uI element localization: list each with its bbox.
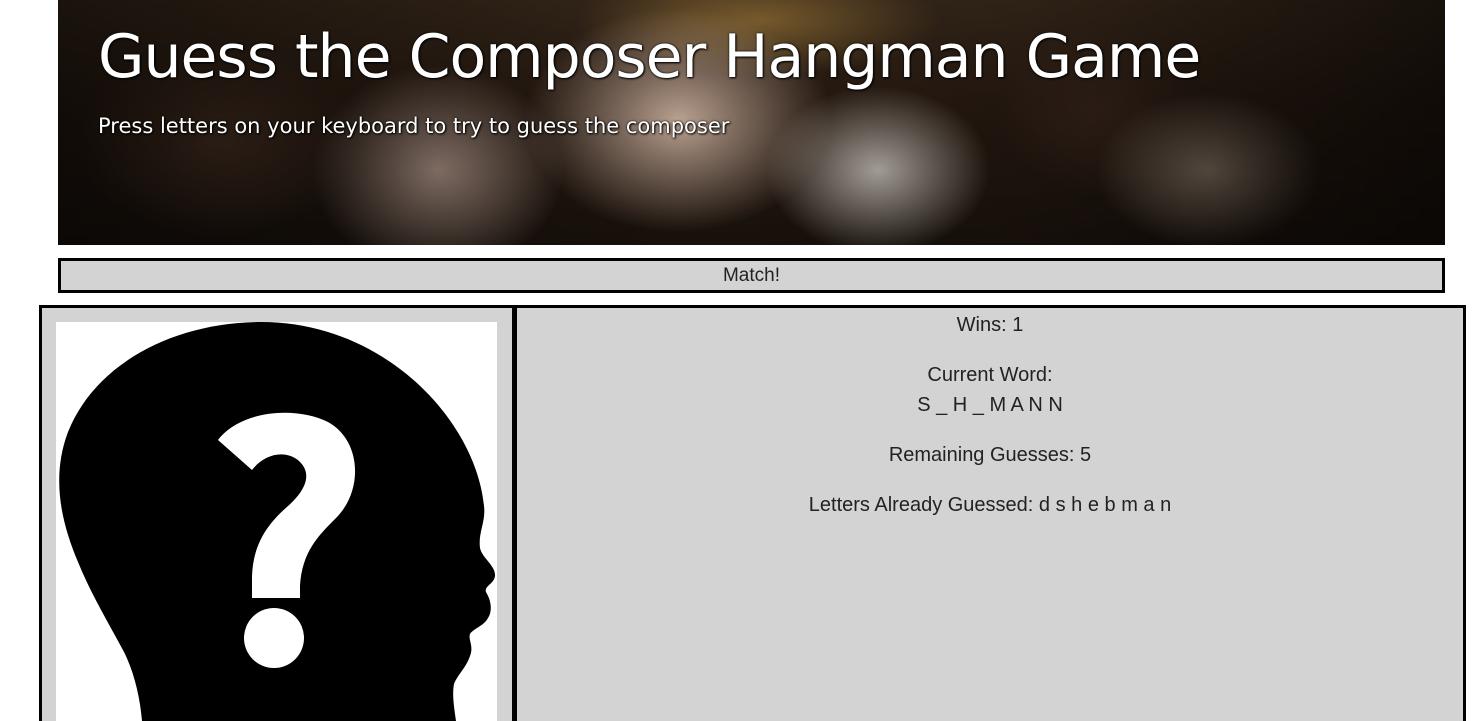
current-word-label: Current Word: <box>927 364 1053 386</box>
page-title: Guess the Composer Hangman Game <box>98 22 1201 92</box>
question-head-silhouette-icon <box>59 322 496 721</box>
remaining-guesses-value: 5 <box>1080 444 1092 466</box>
page-subtitle: Press letters on your keyboard to try to… <box>98 114 730 138</box>
game-area: Wins: 1 Current Word: S _ H _ M A N N Re… <box>39 305 1466 721</box>
wins-value: 1 <box>1012 314 1024 336</box>
remaining-guesses-label: Remaining Guesses: <box>888 444 1075 466</box>
current-word-value: S _ H _ M A N N <box>917 394 1063 416</box>
wins-label: Wins: <box>956 314 1007 336</box>
letters-guessed-stat: Letters Already Guessed: d s h e b m a n <box>517 494 1463 517</box>
status-message: Match! <box>722 265 781 286</box>
mystery-composer-image <box>56 322 497 721</box>
wins-stat: Wins: 1 <box>517 314 1463 337</box>
letters-guessed-label: Letters Already Guessed: <box>808 494 1034 516</box>
composer-image-panel <box>42 308 517 721</box>
match-status-bar: Match! <box>58 258 1445 293</box>
hero-banner: Guess the Composer Hangman Game Press le… <box>58 0 1445 245</box>
letters-guessed-value: d s h e b m a n <box>1038 494 1172 516</box>
game-stats-panel: Wins: 1 Current Word: S _ H _ M A N N Re… <box>517 308 1463 721</box>
remaining-guesses-stat: Remaining Guesses: 5 <box>517 444 1463 467</box>
